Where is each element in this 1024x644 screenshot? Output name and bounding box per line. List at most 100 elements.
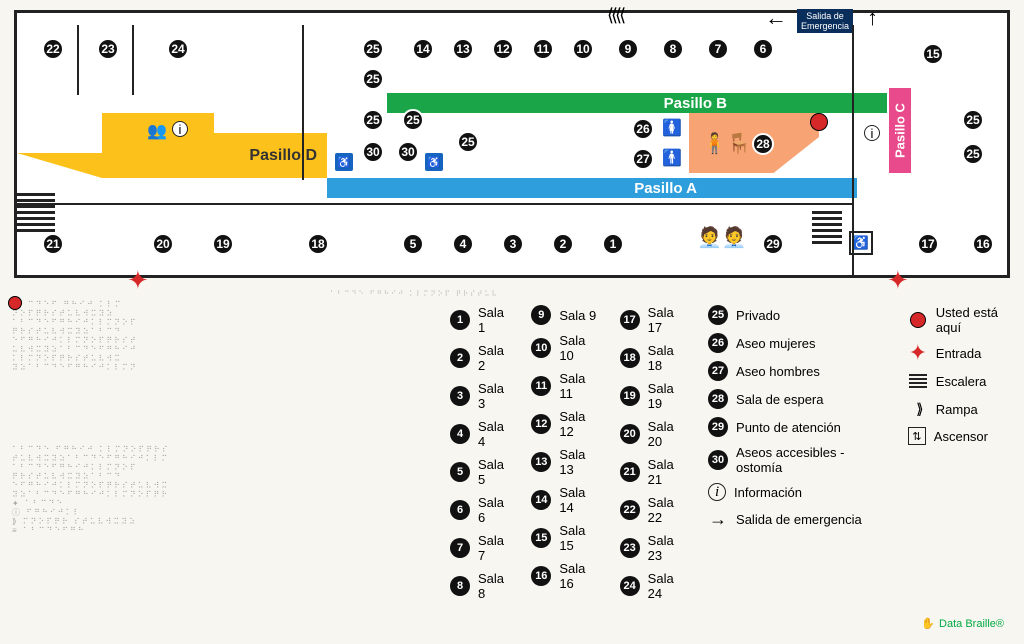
legend-number: 27 [708, 361, 728, 381]
corridor-d-label: Pasillo D [249, 147, 317, 165]
legend-number: 14 [531, 490, 551, 510]
legend-label: Sala 5 [478, 457, 513, 487]
corridor-d-triangle [17, 153, 102, 178]
legend-item: 4Sala 4 [450, 419, 513, 449]
legend-number: 28 [708, 389, 728, 409]
room-marker: 25 [962, 143, 984, 165]
legend-item: 13Sala 13 [531, 447, 601, 477]
legend-item: 22Sala 22 [620, 495, 690, 525]
legend-number: 7 [450, 538, 470, 558]
legend-item: 29Punto de atención [708, 417, 890, 437]
legend-number: 12 [531, 414, 551, 434]
legend-label: Rampa [936, 402, 978, 417]
braille-text: ⠁⠃⠉⠙⠑ ⠋⠛⠓⠊⠚ ⠅⠇⠍⠝⠕⠏ ⠟⠗⠎⠞⠥⠧ [330, 290, 730, 299]
ramp-icon: ⟩⟩ [908, 399, 928, 419]
room-marker: 23 [97, 38, 119, 60]
room-marker: 7 [707, 38, 729, 60]
braille-text: ⠁⠃⠉⠙⠑ ⠋⠛⠓⠊⠚ ⠅⠇⠍⠝⠕⠏⠟⠗⠎⠞⠥⠧⠺⠭⠽⠵⠁⠃⠉⠙⠑⠋⠛⠓⠊⠚⠅⠇… [12, 445, 332, 535]
legend-label: Aseo mujeres [736, 336, 815, 351]
legend-number: 1 [450, 310, 470, 330]
legend-number: 25 [708, 305, 728, 325]
legend-label: Sala 9 [559, 308, 596, 323]
room-marker: 26 [632, 118, 654, 140]
legend-label: Ascensor [934, 429, 988, 444]
room-marker: 29 [762, 233, 784, 255]
legend-number: 17 [620, 310, 640, 330]
legend-label: Aseos accesibles - ostomía [736, 445, 890, 475]
legend-item: 12Sala 12 [531, 409, 601, 439]
corridor-b: Pasillo B [387, 93, 887, 113]
legend-number: 30 [708, 450, 728, 470]
legend-col-5: Usted está aquí✦EntradaEscalera⟩⟩Rampa⇅A… [908, 305, 1024, 601]
legend-label: Sala 16 [559, 561, 601, 591]
legend-item: 15Sala 15 [531, 523, 601, 553]
room-marker: 13 [452, 38, 474, 60]
legend-number: 10 [531, 338, 551, 358]
legend-number: 5 [450, 462, 470, 482]
legend-item: 28 Sala de espera [708, 389, 890, 409]
legend-item: Escalera [908, 371, 1024, 391]
stairs-icon [812, 211, 842, 247]
you-are-here-braille-dot [8, 296, 22, 310]
legend-number: 19 [620, 386, 640, 406]
corridor-d: Pasillo D [102, 133, 327, 178]
legend-item: iInformación [708, 483, 890, 501]
room-marker: 10 [572, 38, 594, 60]
legend-item: 14Sala 14 [531, 485, 601, 515]
room-marker: 9 [617, 38, 639, 60]
legend-item: ⟩⟩ Rampa [908, 399, 1024, 419]
room-marker: 20 [152, 233, 174, 255]
room-marker: 1 [602, 233, 624, 255]
legend-item: 8Sala 8 [450, 571, 513, 601]
legend-item: 3Sala 3 [450, 381, 513, 411]
legend-item: Usted está aquí [908, 305, 1024, 335]
room-marker: 11 [532, 38, 554, 60]
info-icon: i [172, 121, 188, 137]
legend-label: Sala 18 [648, 343, 690, 373]
legend-label: Sala 22 [648, 495, 690, 525]
legend-label: Sala 3 [478, 381, 513, 411]
legend-item: ⇅ Ascensor [908, 427, 1024, 445]
corridor-c-label: Pasillo C [893, 103, 908, 158]
room-marker: 3 [502, 233, 524, 255]
brand-logo: ✋ Data Braille® [921, 617, 1004, 630]
legend-label: Punto de atención [736, 420, 841, 435]
legend-label: Sala 1 [478, 305, 513, 335]
room-marker: 8 [662, 38, 684, 60]
room-marker: 25 [362, 68, 384, 90]
ramp-icon: ⟨⟨⟨⟨ [607, 5, 623, 26]
room-marker: 5 [402, 233, 424, 255]
corridor-a: Pasillo A [327, 178, 857, 198]
legend-label: Sala de espera [736, 392, 823, 407]
legend-number: 6 [450, 500, 470, 520]
elevator-icon: ⇅ [908, 427, 926, 445]
legend-item: 5 Sala 5 [450, 457, 513, 487]
entrance-star-icon: ✦ [887, 265, 909, 296]
arrow-left-icon: ← [765, 5, 787, 31]
legend-number: 15 [531, 528, 551, 548]
legend-number: 4 [450, 424, 470, 444]
legend-number: 11 [531, 376, 551, 396]
legend-col-3: 17Sala 1718Sala 1819Sala 1920Sala 2021Sa… [620, 305, 690, 601]
room-marker: 17 [917, 233, 939, 255]
legend-label: Información [734, 485, 802, 500]
legend-label: Usted está aquí [936, 305, 1024, 335]
legend-number: 9 [531, 305, 551, 325]
legend-item: 11Sala 11 [531, 371, 601, 401]
hand-icon: ✋ [921, 617, 935, 630]
corridor-c: Pasillo C [889, 88, 911, 173]
room-marker: 25 [362, 109, 384, 131]
room-marker: 22 [42, 38, 64, 60]
legend-item: 7Sala 7 [450, 533, 513, 563]
room-marker: 30 [362, 141, 384, 163]
legend-label: Salida de emergencia [736, 512, 862, 527]
room-marker: 24 [167, 38, 189, 60]
legend-item: 16Sala 16 [531, 561, 601, 591]
legend-label: Aseo hombres [736, 364, 820, 379]
legend-item: 2Sala 2 [450, 343, 513, 373]
legend-item: 24Sala 24 [620, 571, 690, 601]
room-marker: 16 [972, 233, 994, 255]
room-marker: 25 [362, 38, 384, 60]
room-marker: 14 [412, 38, 434, 60]
legend-col-1: 1 Sala 1 2Sala 2 3Sala 3 4Sala 4 5 Sala 5 6 Sala… [450, 305, 513, 601]
